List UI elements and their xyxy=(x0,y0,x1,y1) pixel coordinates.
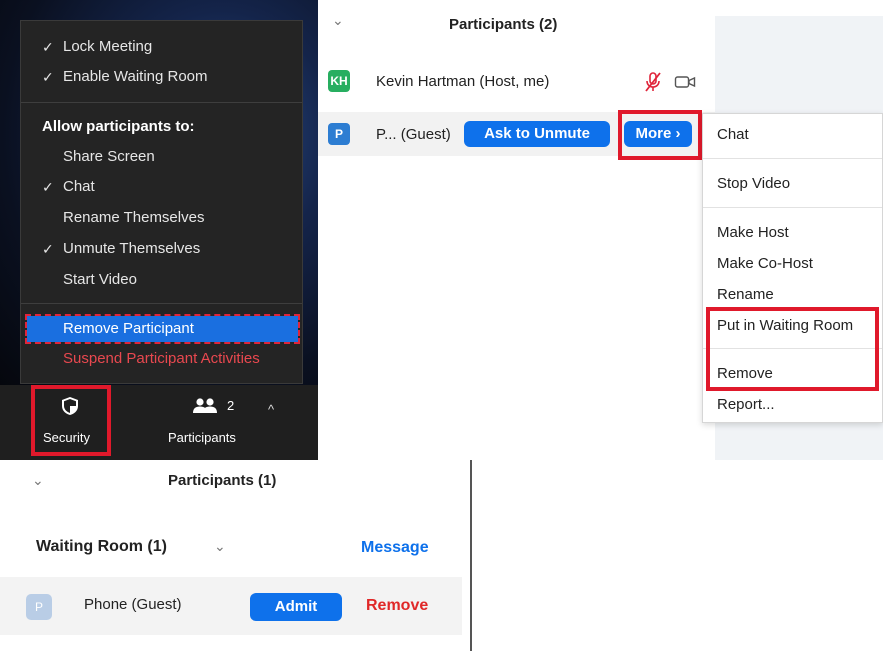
ctx-item-make-host[interactable]: Make Host xyxy=(717,220,789,246)
menu-item-suspend-activities[interactable]: Suspend Participant Activities xyxy=(21,346,302,372)
ctx-item-chat[interactable]: Chat xyxy=(717,122,749,148)
menu-item-share-screen[interactable]: Share Screen xyxy=(21,144,302,170)
highlight-box xyxy=(706,307,879,391)
menu-item-rename-themselves[interactable]: Rename Themselves xyxy=(21,205,302,231)
remove-link[interactable]: Remove xyxy=(366,597,428,615)
caret-up-icon[interactable]: ^ xyxy=(268,402,274,417)
message-link[interactable]: Message xyxy=(361,539,429,557)
chevron-down-icon[interactable]: ⌄ xyxy=(332,12,344,29)
participant-name: Phone (Guest) xyxy=(84,596,182,613)
avatar: KH xyxy=(328,70,350,92)
menu-item-label: Rename Themselves xyxy=(63,209,205,226)
menu-item-enable-waiting-room[interactable]: ✓ Enable Waiting Room xyxy=(21,64,302,90)
menu-item-label: Unmute Themselves xyxy=(63,240,201,257)
participants-button[interactable]: 2 Participants xyxy=(160,392,260,454)
ctx-item-stop-video[interactable]: Stop Video xyxy=(717,171,790,197)
participant-name: P... (Guest) xyxy=(376,126,451,143)
camera-icon[interactable] xyxy=(674,74,696,90)
menu-item-label: Start Video xyxy=(63,271,137,288)
waiting-room-panel: ⌄ Participants (1) Waiting Room (1) ⌄ Me… xyxy=(0,460,470,651)
ctx-item-report[interactable]: Report... xyxy=(717,392,775,418)
people-icon xyxy=(193,398,217,413)
menu-divider xyxy=(703,207,882,208)
avatar: P xyxy=(328,123,350,145)
menu-item-lock-meeting[interactable]: ✓ Lock Meeting xyxy=(21,34,302,60)
ctx-item-make-co-host[interactable]: Make Co-Host xyxy=(717,251,813,277)
menu-divider xyxy=(703,158,882,159)
menu-item-label: Share Screen xyxy=(63,148,155,165)
menu-item-label: Chat xyxy=(63,178,95,195)
menu-item-remove-participant[interactable]: Remove Participant xyxy=(25,314,300,344)
menu-item-label: Remove Participant xyxy=(63,320,194,337)
waiting-participant-row[interactable]: P Phone (Guest) Admit Remove xyxy=(0,577,462,635)
admit-button[interactable]: Admit xyxy=(250,593,342,621)
panel-title: Participants (1) xyxy=(168,472,277,489)
highlight-box xyxy=(618,110,702,160)
panel-divider xyxy=(470,460,472,651)
menu-item-label: Lock Meeting xyxy=(63,38,153,55)
participants-count: 2 xyxy=(227,398,235,413)
menu-item-label: Suspend Participant Activities xyxy=(63,350,260,367)
participant-row[interactable]: KH Kevin Hartman (Host, me) xyxy=(318,62,715,102)
security-menu: ✓ Lock Meeting ✓ Enable Waiting Room All… xyxy=(20,20,303,384)
menu-item-label: Enable Waiting Room xyxy=(63,68,208,85)
allow-participants-header: Allow participants to: xyxy=(42,118,195,135)
waiting-room-header[interactable]: Waiting Room (1) xyxy=(36,538,167,556)
highlight-box xyxy=(31,385,111,456)
menu-item-start-video[interactable]: Start Video xyxy=(21,267,302,293)
chevron-down-icon[interactable]: ⌄ xyxy=(32,472,44,489)
chevron-down-icon[interactable]: ⌄ xyxy=(214,538,226,555)
ctx-item-rename[interactable]: Rename xyxy=(717,282,774,308)
security-panel: ✓ Lock Meeting ✓ Enable Waiting Room All… xyxy=(0,0,318,460)
participants-label: Participants xyxy=(168,430,236,445)
check-icon: ✓ xyxy=(42,69,54,85)
check-icon: ✓ xyxy=(42,241,54,257)
check-icon: ✓ xyxy=(42,179,54,195)
menu-divider xyxy=(21,102,302,103)
participants-panel: ⌄ Participants (2) KH Kevin Hartman (Hos… xyxy=(318,0,883,460)
avatar: P xyxy=(26,594,52,620)
panel-title: Participants (2) xyxy=(449,16,558,33)
check-icon: ✓ xyxy=(42,39,54,55)
mic-muted-icon[interactable] xyxy=(644,71,662,93)
menu-divider xyxy=(21,303,302,304)
ask-to-unmute-button[interactable]: Ask to Unmute xyxy=(464,121,610,147)
menu-item-chat[interactable]: ✓ Chat xyxy=(21,174,302,200)
menu-item-unmute-themselves[interactable]: ✓ Unmute Themselves xyxy=(21,236,302,262)
participant-name: Kevin Hartman (Host, me) xyxy=(376,73,550,90)
